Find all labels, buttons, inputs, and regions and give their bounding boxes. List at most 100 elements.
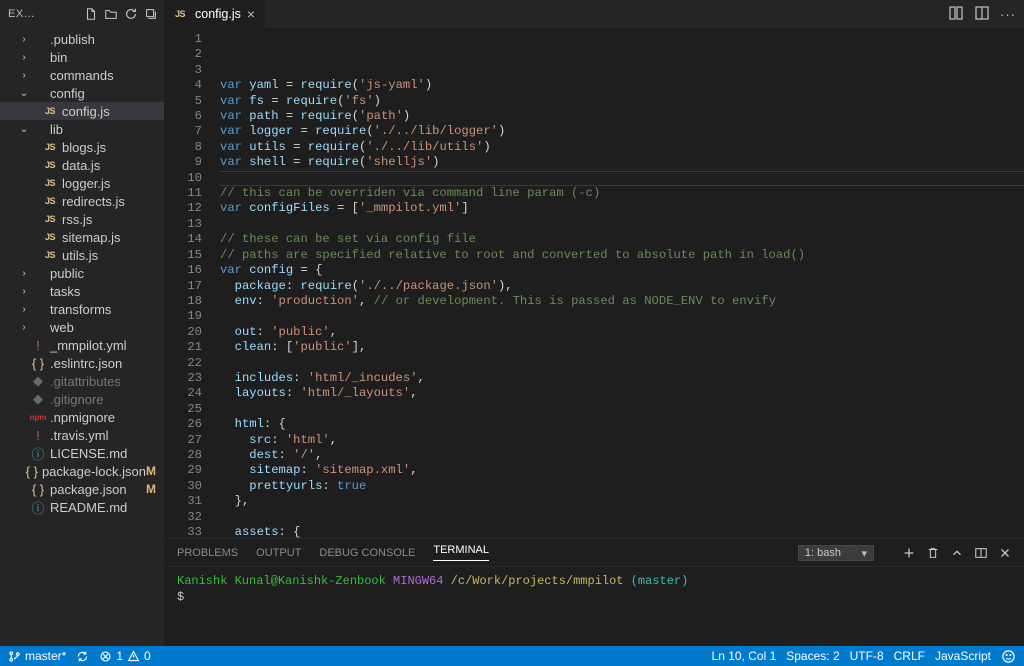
split-diff-icon[interactable]	[948, 5, 964, 24]
folder-bin[interactable]: ›bin	[0, 48, 164, 66]
code-line	[220, 356, 1024, 371]
close-icon[interactable]: ×	[247, 6, 255, 22]
status-lang[interactable]: JavaScript	[935, 649, 991, 663]
tab-more-icon[interactable]: ···	[1000, 7, 1016, 22]
file-tree: ›.publish›bin›commands⌄configJSconfig.js…	[0, 28, 164, 646]
chevron-icon: ›	[18, 286, 30, 297]
code-line: var configFiles = ['_mmpilot.yml']	[220, 201, 1024, 216]
tree-label: package-lock.json	[42, 464, 146, 479]
file-README.md[interactable]: ⓘREADME.md	[0, 498, 164, 516]
json-icon: { }	[30, 356, 46, 371]
tab-label: config.js	[195, 7, 241, 21]
file-data.js[interactable]: JSdata.js	[0, 156, 164, 174]
status-lncol[interactable]: Ln 10, Col 1	[712, 649, 777, 663]
yml-icon: !	[30, 338, 46, 353]
file-blogs.js[interactable]: JSblogs.js	[0, 138, 164, 156]
file-package-lock.json[interactable]: { }package-lock.jsonM	[0, 462, 164, 480]
new-file-icon[interactable]	[82, 5, 100, 23]
code-line: clean: ['public'],	[220, 340, 1024, 355]
code-content[interactable]: var yaml = require('js-yaml')var fs = re…	[220, 28, 1024, 538]
chevron-icon: ›	[18, 70, 30, 81]
new-terminal-icon[interactable]	[902, 546, 916, 560]
code-line	[220, 510, 1024, 525]
tree-label: LICENSE.md	[50, 446, 164, 461]
code-line: prettyurls: true	[220, 479, 1024, 494]
status-sync[interactable]	[76, 650, 89, 663]
file-rss.js[interactable]: JSrss.js	[0, 210, 164, 228]
panel-tab-problems[interactable]: PROBLEMS	[177, 547, 238, 559]
file-.eslintrc.json[interactable]: { } .eslintrc.json	[0, 354, 164, 372]
chevron-icon: ›	[18, 304, 30, 315]
explorer-sidebar: EX… ›.publish›bin›commands⌄configJSconfi…	[0, 0, 165, 646]
panel-tab-terminal[interactable]: TERMINAL	[433, 544, 489, 561]
tree-label: .eslintrc.json	[50, 356, 164, 371]
terminal-line: Kanishk Kunal@Kanishk-Zenbook MINGW64 /c…	[177, 573, 1012, 589]
status-eol[interactable]: CRLF	[894, 649, 925, 663]
chevron-icon: ›	[18, 34, 30, 45]
file-sitemap.js[interactable]: JSsitemap.js	[0, 228, 164, 246]
status-feedback-icon[interactable]	[1001, 649, 1016, 664]
file-_mmpilot.yml[interactable]: ! _mmpilot.yml	[0, 336, 164, 354]
js-icon: JS	[175, 9, 189, 19]
split-editor-icon[interactable]	[974, 5, 990, 24]
explorer-header: EX…	[0, 0, 164, 28]
folder-web[interactable]: ›web	[0, 318, 164, 336]
folder-transforms[interactable]: ›transforms	[0, 300, 164, 318]
folder-public[interactable]: ›public	[0, 264, 164, 282]
code-line	[220, 217, 1024, 232]
code-line: },	[220, 494, 1024, 509]
terminal-body[interactable]: Kanishk Kunal@Kanishk-Zenbook MINGW64 /c…	[165, 567, 1024, 646]
file-.travis.yml[interactable]: !.travis.yml	[0, 426, 164, 444]
modified-badge: M	[146, 482, 164, 496]
folder-lib[interactable]: ⌄lib	[0, 120, 164, 138]
code-line: includes: 'html/_incudes',	[220, 371, 1024, 386]
status-spaces[interactable]: Spaces: 2	[786, 649, 839, 663]
folder-config[interactable]: ⌄config	[0, 84, 164, 102]
code-line: out: 'public',	[220, 325, 1024, 340]
tree-label: .publish	[50, 32, 164, 47]
panel-tab-debug-console[interactable]: DEBUG CONSOLE	[319, 547, 415, 559]
split-terminal-icon[interactable]	[974, 546, 988, 560]
file-package.json[interactable]: { }package.jsonM	[0, 480, 164, 498]
status-bar: master* 1 0 Ln 10, Col 1 Spaces: 2 UTF-8…	[0, 646, 1024, 666]
terminal-selector[interactable]: 1: bash	[798, 545, 874, 561]
git-icon: ◆	[30, 391, 46, 407]
trash-icon[interactable]	[926, 546, 940, 560]
collapse-all-icon[interactable]	[142, 5, 160, 23]
chevron-icon: ›	[18, 322, 30, 333]
tree-label: tasks	[50, 284, 164, 299]
status-problems[interactable]: 1 0	[99, 649, 150, 663]
refresh-icon[interactable]	[122, 5, 140, 23]
panel-tab-output[interactable]: OUTPUT	[256, 547, 301, 559]
close-panel-icon[interactable]	[998, 546, 1012, 560]
code-editor[interactable]: 1234567891011121314151617181920212223242…	[165, 28, 1024, 538]
chevron-icon: ›	[18, 52, 30, 63]
folder-tasks[interactable]: › tasks	[0, 282, 164, 300]
file-LICENSE.md[interactable]: ⓘLICENSE.md	[0, 444, 164, 462]
js-icon: JS	[42, 142, 58, 152]
code-line	[220, 171, 1024, 186]
file-.gitignore[interactable]: ◆ .gitignore	[0, 390, 164, 408]
editor-area: JS config.js × ··· 123456789101112131415…	[165, 0, 1024, 646]
folder-commands[interactable]: ›commands	[0, 66, 164, 84]
tree-label: rss.js	[62, 212, 164, 227]
tab-config-js[interactable]: JS config.js ×	[165, 0, 266, 28]
status-branch[interactable]: master*	[8, 649, 66, 663]
new-folder-icon[interactable]	[102, 5, 120, 23]
yml-icon: !	[30, 428, 46, 443]
file-.gitattributes[interactable]: ◆.gitattributes	[0, 372, 164, 390]
file-redirects.js[interactable]: JSredirects.js	[0, 192, 164, 210]
file-utils.js[interactable]: JSutils.js	[0, 246, 164, 264]
tree-label: config.js	[62, 104, 164, 119]
folder-.publish[interactable]: › .publish	[0, 30, 164, 48]
file-logger.js[interactable]: JSlogger.js	[0, 174, 164, 192]
tree-label: .gitattributes	[50, 374, 164, 389]
status-encoding[interactable]: UTF-8	[850, 649, 884, 663]
panel-tab-bar: PROBLEMS OUTPUT DEBUG CONSOLE TERMINAL 1: b…	[165, 539, 1024, 567]
tree-label: _mmpilot.yml	[50, 338, 164, 353]
code-line: var yaml = require('js-yaml')	[220, 78, 1024, 93]
file-config.js[interactable]: JSconfig.js	[0, 102, 164, 120]
file-.npmignore[interactable]: npm.npmignore	[0, 408, 164, 426]
chevron-up-icon[interactable]	[950, 546, 964, 560]
tree-label: .gitignore	[50, 392, 164, 407]
